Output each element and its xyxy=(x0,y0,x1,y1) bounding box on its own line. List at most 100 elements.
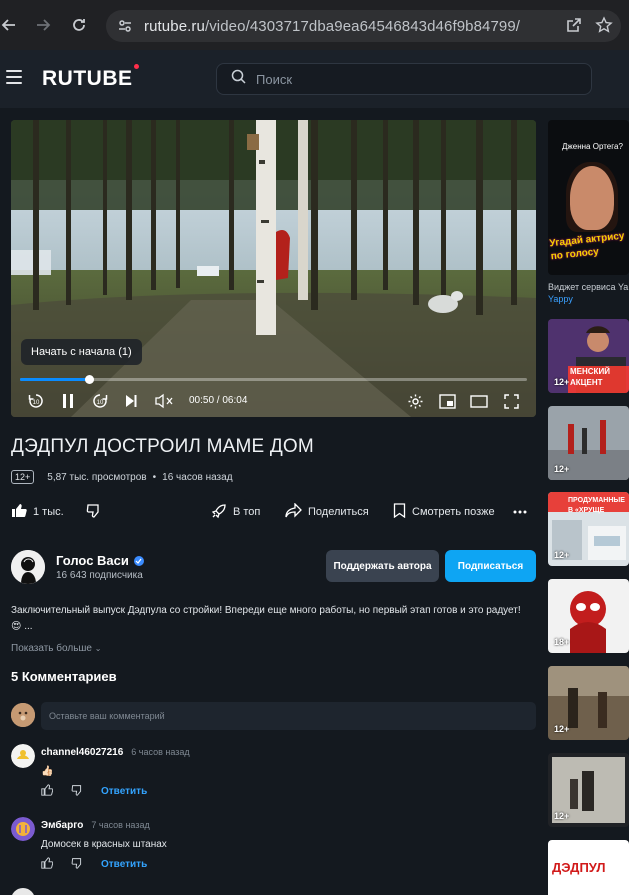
comment-like-icon[interactable] xyxy=(41,783,54,799)
miniplayer-icon[interactable] xyxy=(436,390,458,412)
rewind-10-icon[interactable]: 10 xyxy=(25,390,47,412)
thumbnail-age-badge: 12+ xyxy=(554,377,570,387)
comment-actions: Ответить xyxy=(41,783,147,799)
thumbs-up-icon xyxy=(11,503,27,521)
commenter-avatar[interactable] xyxy=(11,888,35,895)
resume-tooltip[interactable]: Начать с начала (1) xyxy=(21,339,142,365)
progress-bar[interactable] xyxy=(20,375,527,384)
rutube-logo[interactable]: RUTUBE xyxy=(42,64,139,91)
open-in-window-icon[interactable] xyxy=(565,16,583,39)
thumbnail-age-badge: 12+ xyxy=(554,464,570,474)
comment-dislike-icon[interactable] xyxy=(71,784,83,799)
subscribe-button[interactable]: Подписаться xyxy=(445,550,536,582)
video-meta: 12+ 5,87 тыс. просмотров • 16 часов наза… xyxy=(11,470,233,484)
progress-fill xyxy=(20,378,90,381)
recommended-video-thumbnail[interactable]: ДЭДПУЛ xyxy=(548,840,629,895)
fullscreen-icon[interactable] xyxy=(500,390,522,412)
browser-toolbar: rutube.ru/video/4303717dba9ea64546843d46… xyxy=(0,0,629,50)
comment-item: Эмбарго 7 часов назад Домосек в красных ш… xyxy=(11,817,536,877)
pause-icon[interactable] xyxy=(57,390,79,412)
meta-separator: • xyxy=(152,471,157,483)
url-text: rutube.ru/video/4303717dba9ea64546843d46… xyxy=(144,17,521,35)
comments-heading: 5 Комментариев xyxy=(11,669,117,684)
recommended-video-thumbnail[interactable]: 12+ xyxy=(548,753,629,827)
recommended-video-thumbnail[interactable]: 12+ xyxy=(548,666,629,740)
bookmark-star-icon[interactable] xyxy=(595,16,613,39)
next-video-icon[interactable] xyxy=(120,390,142,412)
recommended-video-thumbnail[interactable]: 12+ xyxy=(548,406,629,480)
posted-time: 16 часов назад xyxy=(162,471,233,483)
search-icon xyxy=(231,69,246,89)
forward-icon[interactable] xyxy=(32,14,54,36)
settings-gear-icon[interactable] xyxy=(404,390,426,412)
subscriber-count: 16 643 подписчика xyxy=(56,570,143,581)
promote-to-top-button[interactable]: В топ xyxy=(211,502,260,522)
watch-later-button[interactable]: Смотреть позже xyxy=(393,502,495,522)
age-rating-badge: 12+ xyxy=(11,470,35,484)
bookmark-icon xyxy=(393,503,406,521)
comment-input[interactable]: Оставьте ваш комментарий xyxy=(41,702,536,730)
ad-caption: Виджет сервиса Ya Yappy xyxy=(548,282,629,304)
svg-text:10: 10 xyxy=(33,400,40,406)
share-button[interactable]: Поделиться xyxy=(285,502,369,522)
channel-name[interactable]: Голос Васи xyxy=(56,553,144,568)
reload-icon[interactable] xyxy=(68,14,90,36)
commenter-avatar[interactable] xyxy=(11,817,35,841)
rocket-icon xyxy=(211,503,227,522)
reply-button[interactable]: Ответить xyxy=(101,859,147,870)
promote-label: В топ xyxy=(233,506,261,518)
comment-time: 7 часов назад xyxy=(91,820,150,830)
chevron-down-icon: ⌄ xyxy=(94,644,102,653)
ad-widget[interactable]: Дженна Ортега? Угадай актрису по голосу xyxy=(548,120,629,275)
ad-overlay-text: Угадай актрису по голосу xyxy=(548,230,625,263)
video-player[interactable]: Начать с начала (1) 10 10 00:50 / 06:04 xyxy=(11,120,536,417)
site-settings-icon[interactable] xyxy=(116,17,134,35)
mute-icon[interactable] xyxy=(153,390,175,412)
comment-time: 6 часов назад xyxy=(131,747,190,757)
channel-avatar[interactable] xyxy=(11,550,45,584)
search-input[interactable]: Поиск xyxy=(216,63,592,95)
forward-10-icon[interactable]: 10 xyxy=(89,390,111,412)
thumbnail-overlay-text: ДЭДПУЛ xyxy=(552,860,606,875)
comment-dislike-icon[interactable] xyxy=(71,857,83,872)
ad-caption-link[interactable]: Yappy xyxy=(548,294,573,304)
like-count: 1 тыс. xyxy=(33,506,64,518)
theater-mode-icon[interactable] xyxy=(468,390,490,412)
video-title: ДЭДПУЛ ДОСТРОИЛ МАМЕ ДОМ xyxy=(11,436,314,457)
menu-icon[interactable] xyxy=(6,70,22,84)
recommended-video-thumbnail[interactable]: МЕНСКИЙ АКЦЕНТ 12+ xyxy=(548,319,629,393)
comment-text: 👍🏻 xyxy=(41,766,54,777)
verified-icon xyxy=(133,555,144,566)
comment-author[interactable]: channel46027216 6 часов назад xyxy=(41,747,190,758)
dislike-button[interactable] xyxy=(86,502,101,522)
share-arrow-icon xyxy=(285,502,302,521)
thumbnail-age-badge: 18+ xyxy=(554,637,570,647)
like-button[interactable]: 1 тыс. xyxy=(11,502,64,522)
thumbnail-age-badge: 12+ xyxy=(554,724,570,734)
ad-heading: Дженна Ортега? xyxy=(562,142,623,151)
recommended-video-thumbnail[interactable]: ПРОДУМАННЫЕ В «ХРУЩЕ 12+ xyxy=(548,492,629,566)
recommended-video-thumbnail[interactable]: 18+ xyxy=(548,579,629,653)
view-count: 5,87 тыс. просмотров xyxy=(47,471,147,483)
thumbnail-overlay-text: ПРОДУМАННЫЕ В «ХРУЩЕ xyxy=(568,497,625,514)
channel-row: Голос Васи 16 643 подписчика Поддержать … xyxy=(11,549,536,585)
comment-like-icon[interactable] xyxy=(41,856,54,872)
support-author-button[interactable]: Поддержать автора xyxy=(326,550,439,582)
comment-actions: Ответить xyxy=(41,856,147,872)
more-options-icon[interactable] xyxy=(513,502,527,522)
show-more-link[interactable]: Показать больше ⌄ xyxy=(11,643,101,654)
time-display: 00:50 / 06:04 xyxy=(189,395,248,406)
watch-later-label: Смотреть позже xyxy=(412,506,495,518)
back-icon[interactable] xyxy=(0,14,20,36)
thumbs-down-icon xyxy=(86,503,101,521)
ad-portrait-face xyxy=(570,166,614,230)
reply-button[interactable]: Ответить xyxy=(101,786,147,797)
address-bar[interactable]: rutube.ru/video/4303717dba9ea64546843d46… xyxy=(106,10,621,42)
comment-author[interactable]: Эмбарго 7 часов назад xyxy=(41,820,150,831)
commenter-avatar[interactable] xyxy=(11,744,35,768)
current-user-avatar xyxy=(11,703,35,727)
description-text: Заключительный выпуск Дэдпула со стройки… xyxy=(11,605,521,616)
thumbnail-overlay-text: МЕНСКИЙ АКЦЕНТ xyxy=(570,367,610,387)
comment-composer: Оставьте ваш комментарий xyxy=(11,702,536,730)
comment-text: Домосек в красных штанах xyxy=(41,839,167,850)
